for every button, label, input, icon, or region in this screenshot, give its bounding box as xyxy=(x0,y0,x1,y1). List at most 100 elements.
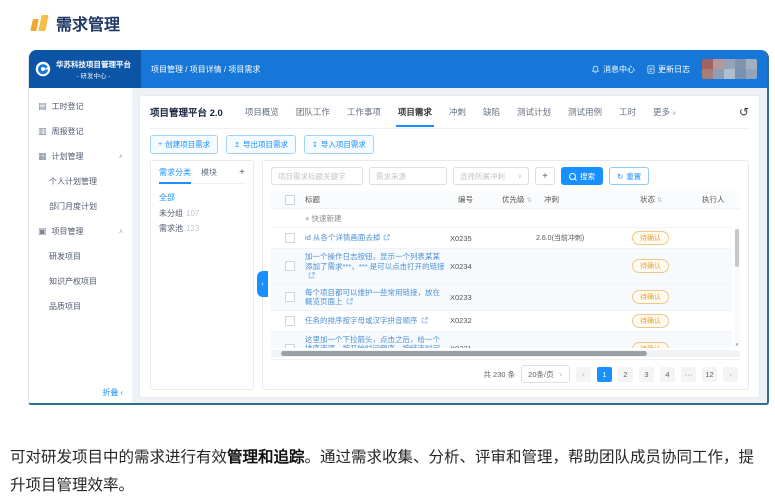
import-requirement-button[interactable]: ↧ 导入项目需求 xyxy=(304,135,374,154)
category-pool[interactable]: 需求池123 xyxy=(159,221,245,236)
tab-team-work[interactable]: 团队工作 xyxy=(296,97,330,127)
message-center-button[interactable]: 消息中心 xyxy=(591,64,635,75)
sidebar-collapse-button[interactable]: 折叠 ‹ xyxy=(102,387,123,398)
row-checkbox[interactable] xyxy=(285,344,295,348)
page-ellipsis[interactable]: ··· xyxy=(681,367,696,382)
tab-test-case[interactable]: 测试用例 xyxy=(568,97,602,127)
chevron-down-icon: ∨ xyxy=(518,173,522,180)
scrollbar-thumb[interactable] xyxy=(281,351,647,356)
category-all[interactable]: 全部 xyxy=(159,192,245,203)
tab-requirements[interactable]: 项目需求 xyxy=(398,97,432,127)
column-sprint: 冲刺 xyxy=(544,194,640,205)
keyword-input[interactable] xyxy=(271,167,363,185)
sidebar-item-label: 项目管理 xyxy=(52,226,84,237)
heading-bars-icon xyxy=(30,15,48,31)
create-requirement-button[interactable]: + 创建项目需求 xyxy=(150,135,218,154)
page-button-1[interactable]: 1 xyxy=(597,367,612,382)
status-badge: 待确认 xyxy=(632,314,669,328)
tab-module[interactable]: 模块 xyxy=(201,167,217,178)
requirement-link[interactable]: 每个项目都可以维护一些常用链接，放在概览页面上 xyxy=(305,288,440,307)
source-input[interactable] xyxy=(369,167,447,185)
page-heading: 需求管理 xyxy=(32,11,120,35)
collapse-arrow-icon: ‹ xyxy=(120,388,123,397)
description-bold-text: 管理和追踪 xyxy=(227,449,305,466)
row-checkbox[interactable] xyxy=(285,233,295,243)
reset-button[interactable]: ↻ 重置 xyxy=(609,167,649,185)
status-badge: 待确认 xyxy=(632,259,669,273)
quick-create-label: 快速新建 xyxy=(311,214,341,223)
sidebar-item-dept-monthly-plan[interactable]: 部门月度计划 xyxy=(29,194,132,219)
plus-icon: + xyxy=(305,214,309,223)
sprint-select[interactable]: 选择所属冲刺 ∨ xyxy=(453,167,529,185)
tab-more[interactable]: 更多∨ xyxy=(653,97,676,127)
tab-sprint[interactable]: 冲刺 xyxy=(449,97,466,127)
user-avatar-blurred[interactable] xyxy=(702,59,757,79)
sidebar-item-label: 研发项目 xyxy=(49,251,81,262)
tab-overview[interactable]: 项目概览 xyxy=(245,97,279,127)
collapse-tree-handle[interactable]: ‹ xyxy=(257,271,268,297)
sidebar-item-ip-project[interactable]: 知识产权项目 xyxy=(29,269,132,294)
sidebar-item-weekly-report[interactable]: ▥ 周报登记 xyxy=(29,119,132,144)
bell-icon xyxy=(591,65,600,74)
page-button-4[interactable]: 4 xyxy=(660,367,675,382)
quick-create-button[interactable]: + 快速新建 xyxy=(271,209,740,227)
chevron-up-icon[interactable]: ∧ xyxy=(119,153,123,160)
table-row[interactable]: 任务的排序按字母或汉字拼音顺序 X0232 待确认 xyxy=(271,310,732,331)
chevron-up-icon[interactable]: ∧ xyxy=(119,228,123,235)
page-size-select[interactable]: 20条/页 ∨ xyxy=(521,365,570,383)
horizontal-scrollbar[interactable] xyxy=(271,350,740,357)
search-button[interactable]: 搜索 xyxy=(561,167,603,185)
tab-requirement-category[interactable]: 需求分类 xyxy=(159,167,191,178)
requirement-link[interactable]: 这里加一个下拉箭头，点击之后，给一个排序选项，按开始时间倒序，按结束时间倒序 xyxy=(305,335,440,349)
logo-section[interactable]: 华苏科技项目管理平台 - 研发中心 - xyxy=(29,50,141,88)
requirement-link[interactable]: 加一个操作日志按钮，显示一个列表某某添加了需求***，*** 是可以点击打开的链… xyxy=(305,252,445,280)
column-priority[interactable]: 优先级⇅ xyxy=(502,194,544,205)
column-status[interactable]: 状态⇅ xyxy=(640,194,702,205)
scroll-down-arrow-icon[interactable]: ▾ xyxy=(734,342,740,348)
add-category-button[interactable]: + xyxy=(239,168,245,178)
requirement-link[interactable]: id 从各个详情画面去掉 xyxy=(305,233,390,242)
sidebar-item-personal-plan[interactable]: 个人计划管理 xyxy=(29,169,132,194)
table-row[interactable]: 每个项目都可以维护一些常用链接，放在概览页面上 X0233 待确认 xyxy=(271,284,732,310)
row-checkbox[interactable] xyxy=(285,292,295,302)
scrollbar-thumb[interactable] xyxy=(735,229,739,267)
page-button-3[interactable]: 3 xyxy=(639,367,654,382)
category-ungrouped[interactable]: 未分组107 xyxy=(159,206,245,221)
sidebar-item-label: 品质项目 xyxy=(49,301,81,312)
search-label: 搜索 xyxy=(580,171,595,182)
external-link-icon xyxy=(308,272,315,279)
sidebar-item-quality-project[interactable]: 品质项目 xyxy=(29,294,132,319)
tab-work-items[interactable]: 工作事项 xyxy=(347,97,381,127)
chevron-down-icon: ∨ xyxy=(672,111,676,117)
app-screenshot: 华苏科技项目管理平台 - 研发中心 - 项目管理 / 项目详情 / 项目需求 消… xyxy=(28,50,769,405)
table-row[interactable]: 这里加一个下拉箭头，点击之后，给一个排序选项，按开始时间倒序，按结束时间倒序 X… xyxy=(271,331,732,349)
prev-page-button[interactable]: ‹ xyxy=(576,367,591,382)
row-checkbox[interactable] xyxy=(285,261,295,271)
sidebar-item-plan-management[interactable]: ▦ 计划管理 ∧ xyxy=(29,144,132,169)
row-checkbox[interactable] xyxy=(285,316,295,326)
tab-timesheet[interactable]: 工时 xyxy=(619,97,636,127)
sidebar-item-timesheet[interactable]: ▤ 工时登记 xyxy=(29,94,132,119)
vertical-scrollbar[interactable]: ▾ xyxy=(734,227,740,348)
back-icon[interactable]: ↺ xyxy=(739,106,749,118)
export-requirement-button[interactable]: ↥ 导出项目需求 xyxy=(226,135,296,154)
select-all-checkbox[interactable] xyxy=(285,195,295,205)
changelog-button[interactable]: 更新日志 xyxy=(647,64,690,75)
header-actions: 消息中心 更新日志 xyxy=(591,59,757,79)
status-badge: 待确认 xyxy=(632,342,669,348)
tab-test-plan[interactable]: 测试计划 xyxy=(517,97,551,127)
table-row[interactable]: 加一个操作日志按钮，显示一个列表某某添加了需求***，*** 是可以点击打开的链… xyxy=(271,248,732,284)
tab-defects[interactable]: 缺陷 xyxy=(483,97,500,127)
requirement-link[interactable]: 任务的排序按字母或汉字拼音顺序 xyxy=(305,316,428,325)
add-filter-button[interactable]: + xyxy=(535,167,555,185)
page-button-2[interactable]: 2 xyxy=(618,367,633,382)
page-button-12[interactable]: 12 xyxy=(702,367,717,382)
next-page-button[interactable]: › xyxy=(723,367,738,382)
sidebar-item-project-management[interactable]: ▣ 项目管理 ∧ xyxy=(29,219,132,244)
sidebar-item-rd-project[interactable]: 研发项目 xyxy=(29,244,132,269)
search-icon xyxy=(569,173,576,180)
table-row[interactable]: id 从各个详情画面去掉 X0235 2.6.0(当前冲刺) 待确认 xyxy=(271,227,732,248)
import-requirement-label: 导入项目需求 xyxy=(321,139,366,150)
column-title: 标题 xyxy=(305,194,458,205)
category-count: 107 xyxy=(186,209,199,218)
